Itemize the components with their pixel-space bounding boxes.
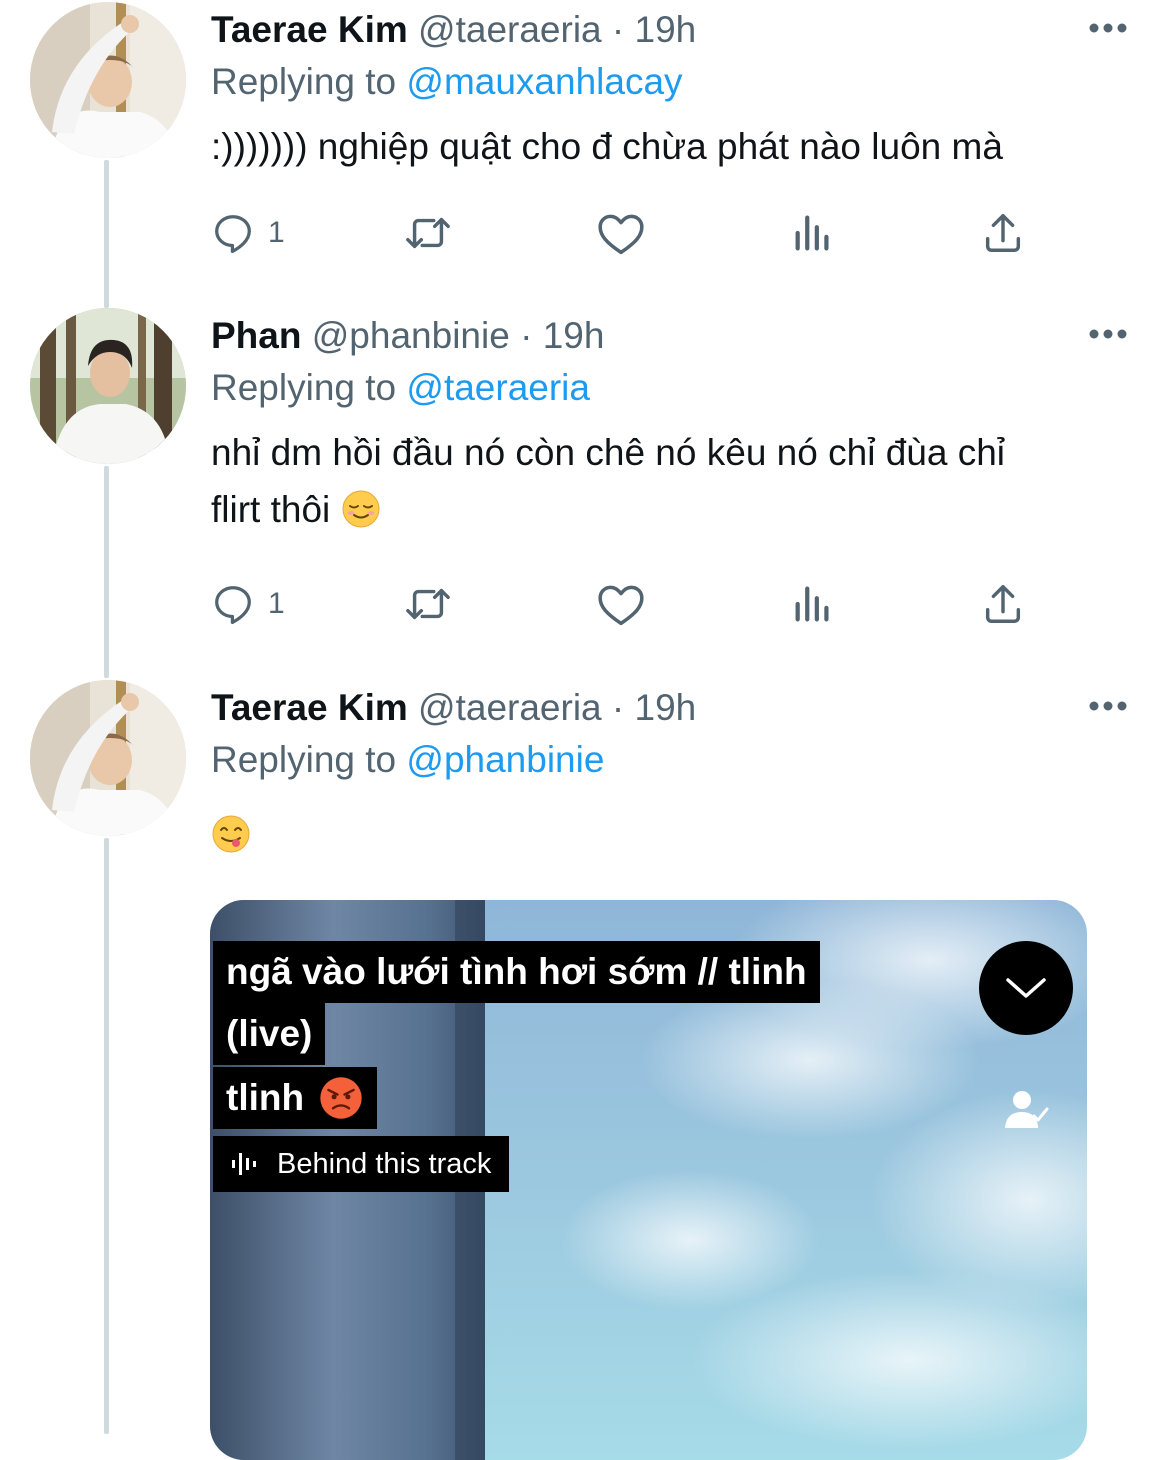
follow-user-icon[interactable] bbox=[1002, 1086, 1050, 1134]
display-name[interactable]: Phan bbox=[211, 315, 301, 356]
more-icon[interactable] bbox=[1088, 327, 1128, 341]
tweet-text: nhỉ dm hồi đầu nó còn chê nó kêu nó chỉ … bbox=[211, 424, 1141, 538]
track-artist: tlinh bbox=[213, 1067, 378, 1129]
like-icon bbox=[598, 585, 644, 626]
avatar[interactable] bbox=[30, 308, 186, 464]
replying-to-label: Replying to bbox=[211, 61, 397, 102]
analytics-icon bbox=[795, 586, 829, 622]
tweet[interactable]: Taerae Kim @taeraeria · 19h Replying to … bbox=[0, 0, 1170, 300]
tweet-actions: 1 bbox=[210, 576, 1060, 632]
more-icon[interactable] bbox=[1088, 699, 1128, 713]
tweet-actions: 1 bbox=[210, 205, 1060, 261]
tweet-header: Taerae Kim @taeraeria · 19h bbox=[211, 684, 696, 732]
track-title: ngã vào lưới tình hơi sớm // tlinh bbox=[213, 941, 820, 1003]
chevron-down-icon bbox=[1006, 978, 1046, 998]
retweet-button[interactable] bbox=[400, 576, 456, 632]
share-button[interactable] bbox=[980, 205, 1026, 261]
share-icon bbox=[985, 585, 1021, 623]
mention-link[interactable]: @phanbinie bbox=[406, 739, 604, 780]
artist-name: tlinh bbox=[226, 1077, 305, 1118]
like-button[interactable] bbox=[596, 576, 646, 632]
username[interactable]: @taeraeria bbox=[418, 687, 602, 728]
media-card[interactable]: ngã vào lưới tình hơi sớm // tlinh (live… bbox=[210, 900, 1087, 1460]
replying-to: Replying to @phanbinie bbox=[211, 736, 604, 784]
replying-to-label: Replying to bbox=[211, 367, 397, 408]
reply-count: 1 bbox=[268, 216, 285, 249]
retweet-icon bbox=[406, 217, 450, 249]
reply-button[interactable]: 1 bbox=[210, 205, 285, 261]
replying-to: Replying to @taeraeria bbox=[211, 364, 590, 412]
replying-to-label: Replying to bbox=[211, 739, 397, 780]
retweet-button[interactable] bbox=[400, 205, 456, 261]
analytics-button[interactable] bbox=[790, 576, 836, 632]
separator: · bbox=[611, 9, 625, 50]
analytics-button[interactable] bbox=[790, 205, 836, 261]
tweet-header: Taerae Kim @taeraeria · 19h bbox=[211, 6, 696, 54]
display-name[interactable]: Taerae Kim bbox=[211, 687, 408, 728]
replying-to: Replying to @mauxanhlacay bbox=[211, 58, 683, 106]
reply-icon bbox=[215, 215, 251, 254]
relieved-face-emoji bbox=[342, 490, 380, 528]
timestamp[interactable]: 19h bbox=[543, 315, 605, 356]
tweet-text-line: nhỉ dm hồi đầu nó còn chê nó kêu nó chỉ … bbox=[211, 432, 1006, 473]
audio-wave-icon bbox=[232, 1153, 256, 1175]
like-icon bbox=[598, 214, 644, 255]
separator: · bbox=[520, 315, 533, 356]
tweet-text: :))))))) nghiệp quật cho đ chừa phát nào… bbox=[211, 126, 1003, 167]
tweet-header: Phan @phanbinie · 19h bbox=[211, 312, 604, 360]
pouting-face-emoji bbox=[320, 1077, 362, 1119]
avatar[interactable] bbox=[30, 680, 186, 836]
behind-this-track-button[interactable]: Behind this track bbox=[213, 1136, 510, 1192]
avatar[interactable] bbox=[30, 2, 186, 158]
behind-this-track-label: Behind this track bbox=[277, 1148, 492, 1180]
username[interactable]: @phanbinie bbox=[312, 315, 510, 356]
share-button[interactable] bbox=[980, 576, 1026, 632]
reply-count: 1 bbox=[268, 587, 285, 620]
mention-link[interactable]: @taeraeria bbox=[406, 367, 590, 408]
tweet-text-line: flirt thôi bbox=[211, 489, 331, 530]
reply-icon bbox=[215, 586, 251, 625]
username[interactable]: @taeraeria bbox=[418, 9, 602, 50]
reply-button[interactable]: 1 bbox=[210, 576, 285, 632]
timestamp[interactable]: 19h bbox=[635, 9, 697, 50]
more-icon[interactable] bbox=[1088, 21, 1128, 35]
track-title-line-2: (live) bbox=[213, 1003, 326, 1065]
analytics-icon bbox=[795, 215, 829, 251]
timestamp[interactable]: 19h bbox=[635, 687, 697, 728]
tweet-text-line-2: flirt thôi bbox=[211, 481, 1141, 538]
like-button[interactable] bbox=[596, 205, 646, 261]
mention-link[interactable]: @mauxanhlacay bbox=[406, 61, 682, 102]
collapse-button[interactable] bbox=[979, 941, 1073, 1035]
tweet[interactable]: Phan @phanbinie · 19h Replying to @taera… bbox=[0, 306, 1170, 666]
separator: · bbox=[611, 687, 625, 728]
display-name[interactable]: Taerae Kim bbox=[211, 9, 408, 50]
face-savoring-food-emoji bbox=[212, 815, 250, 853]
share-icon bbox=[985, 214, 1021, 252]
retweet-icon bbox=[406, 588, 450, 620]
